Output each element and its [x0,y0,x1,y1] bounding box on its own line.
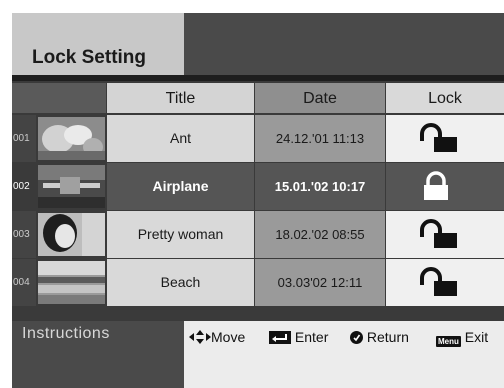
return-hint: Return [350,329,409,345]
table-row[interactable]: 003 Pretty woman 18.02.'02 08:55 [12,211,504,258]
row-title: Pretty woman [107,211,254,258]
row-number: 001 [12,115,36,162]
title-divider [12,75,504,81]
row-lock[interactable] [386,211,504,258]
row-lock[interactable] [386,115,504,162]
row-date: 24.12.'01 11:13 [255,115,385,162]
row-lock[interactable] [386,259,504,306]
title-tab: Lock Setting [12,13,184,75]
thumbnail-column-header [12,83,106,113]
thumbnail-image [38,117,105,160]
padlock-open-icon [420,219,457,248]
move-hint: Move [189,329,245,345]
padlock-open-icon [420,123,457,152]
row-title: Airplane [107,163,254,210]
return-label: Return [366,329,409,345]
padlock-open-icon [420,267,457,296]
menu-key-icon: Menu [436,336,461,347]
updown-leftright-arrows-icon [189,330,211,344]
exit-label: Exit [464,329,489,345]
date-column-header: Date [255,83,385,113]
title-column-header: Title [107,83,254,113]
instructions-label: Instructions [22,325,110,342]
lock-column-header: Lock [386,83,504,113]
exit-hint: Menu Exit [436,329,488,347]
row-date: 15.01.'02 10:17 [255,163,385,210]
table-row[interactable]: 004 Beach 03.03'02 12:11 [12,259,504,306]
enter-label: Enter [294,329,329,345]
instructions-panel: Move Enter Return Menu Exit [184,321,504,388]
thumbnail-image [38,213,105,256]
thumbnail-image [38,261,105,304]
padlock-closed-icon [424,171,448,200]
lock-setting-screen: Lock Setting Title Date Lock 001 Ant 24.… [12,13,504,388]
row-date: 18.02.'02 08:55 [255,211,385,258]
instructions-bar: Instructions Move Enter Return Menu Exit [12,321,504,388]
table-row-selected[interactable]: 002 Airplane 15.01.'02 10:17 [12,163,504,210]
move-label: Move [211,329,246,345]
title-bar: Lock Setting [12,13,504,79]
row-title: Ant [107,115,254,162]
enter-key-icon [269,331,291,344]
row-number: 002 [12,163,36,210]
row-number: 004 [12,259,36,306]
row-number: 003 [12,211,36,258]
page-title: Lock Setting [32,47,147,68]
thumbnail-image [38,165,105,208]
row-lock[interactable] [386,163,504,210]
row-date: 03.03'02 12:11 [255,259,385,306]
return-key-icon [350,331,363,344]
row-title: Beach [107,259,254,306]
enter-hint: Enter [269,329,328,345]
table-row[interactable]: 001 Ant 24.12.'01 11:13 [12,115,504,162]
